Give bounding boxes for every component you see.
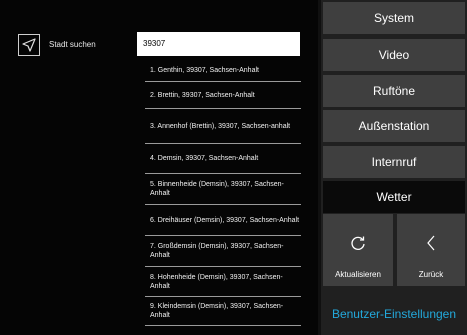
search-panel: Stadt suchen 39307 1. Genthin, 39307, Sa… (0, 0, 318, 335)
menu-outdoor-station-button[interactable]: Außenstation (323, 110, 465, 142)
city-search-label: Stadt suchen (49, 40, 96, 49)
menu-intercom-button[interactable]: Internruf (323, 146, 465, 178)
menu-video-button[interactable]: Video (323, 39, 465, 71)
refresh-button[interactable]: Aktualisieren (323, 214, 393, 286)
result-item-8[interactable]: 8. Hohenheide (Demsin), 39307, Sachsen-A… (145, 267, 301, 297)
settings-menu: System Video Ruftöne Außenstation Intern… (321, 0, 467, 335)
refresh-label: Aktualisieren (335, 270, 381, 279)
menu-ringtones-button[interactable]: Ruftöne (323, 75, 465, 107)
chevron-left-icon (397, 234, 465, 257)
result-item-5[interactable]: 5. Binnenheide (Demsin), 39307, Sachsen-… (145, 174, 301, 205)
location-arrow-icon[interactable] (18, 34, 40, 56)
result-item-7[interactable]: 7. Großdemsin (Demsin), 39307, Sachsen-A… (145, 236, 301, 267)
menu-system-button[interactable]: System (323, 2, 465, 34)
refresh-icon (323, 234, 393, 257)
result-item-2[interactable]: 2. Brettin, 39307, Sachsen-Anhalt (145, 82, 301, 109)
back-button[interactable]: Zurück (397, 214, 465, 286)
result-item-9[interactable]: 9. Kleindemsin (Demsin), 39307, Sachsen-… (145, 297, 301, 326)
result-item-1[interactable]: 1. Genthin, 39307, Sachsen-Anhalt (145, 60, 301, 82)
search-results-list: 1. Genthin, 39307, Sachsen-Anhalt 2. Bre… (145, 60, 301, 326)
menu-weather-button[interactable]: Wetter (323, 181, 465, 213)
back-label: Zurück (418, 270, 444, 279)
user-settings-link[interactable]: Benutzer-Einstellungen (321, 296, 467, 332)
result-item-4[interactable]: 4. Demsin, 39307, Sachsen-Anhalt (145, 144, 301, 174)
result-item-6[interactable]: 6. Dreihäuser (Demsin), 39307, Sachsen-A… (145, 205, 301, 236)
city-search-input[interactable]: 39307 (137, 32, 300, 56)
result-item-3[interactable]: 3. Annenhof (Brettin), 39307, Sachsen-an… (145, 109, 301, 144)
